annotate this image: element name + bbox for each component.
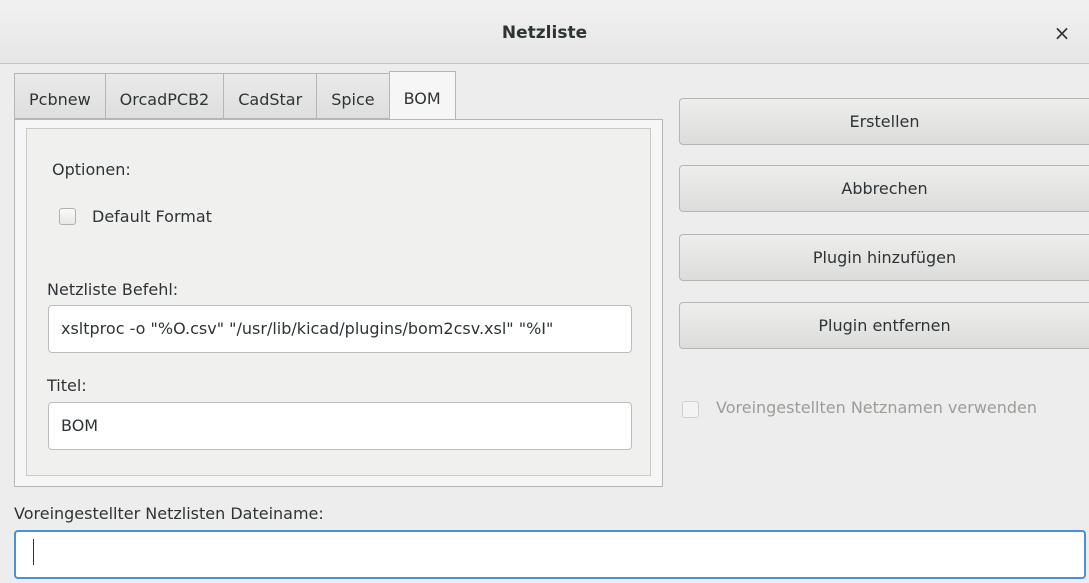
bom-options-frame: Optionen: Default Format Netzliste Befeh… — [26, 128, 651, 476]
add-plugin-button[interactable]: Plugin hinzufügen — [679, 234, 1089, 281]
default-filename-label: Voreingestellter Netzlisten Dateiname: — [14, 504, 324, 523]
netlist-dialog: Netzliste × Pcbnew OrcadPCB2 CadStar Spi… — [0, 0, 1089, 583]
netlist-format-tabs: Pcbnew OrcadPCB2 CadStar Spice BOM — [14, 71, 456, 120]
title-input[interactable]: BOM — [48, 402, 632, 450]
netlist-command-input[interactable]: xsltproc -o "%O.csv" "/usr/lib/kicad/plu… — [48, 305, 632, 353]
title-label: Titel: — [47, 376, 87, 395]
netlist-command-label: Netzliste Befehl: — [47, 280, 179, 299]
remove-plugin-button[interactable]: Plugin entfernen — [679, 302, 1089, 349]
default-filename-input[interactable] — [14, 530, 1086, 579]
title-bar: Netzliste × — [0, 0, 1089, 64]
tab-pcbnew[interactable]: Pcbnew — [14, 73, 105, 119]
tab-spice[interactable]: Spice — [316, 73, 389, 119]
bom-tab-panel: Optionen: Default Format Netzliste Befeh… — [14, 119, 663, 487]
options-heading: Optionen: — [52, 160, 131, 179]
default-format-checkbox[interactable] — [59, 208, 76, 225]
tab-orcadpcb2[interactable]: OrcadPCB2 — [104, 73, 224, 119]
window-title: Netzliste — [501, 23, 588, 43]
cancel-button[interactable]: Abbrechen — [679, 165, 1089, 212]
tab-bom[interactable]: BOM — [388, 71, 456, 119]
default-format-label: Default Format — [92, 207, 212, 226]
create-button[interactable]: Erstellen — [679, 98, 1089, 145]
close-icon[interactable]: × — [1049, 20, 1075, 46]
tab-cadstar[interactable]: CadStar — [223, 73, 317, 119]
use-default-netnames-checkbox[interactable] — [682, 401, 699, 418]
use-default-netnames-label: Voreingestellten Netznamen verwenden — [716, 398, 1038, 417]
